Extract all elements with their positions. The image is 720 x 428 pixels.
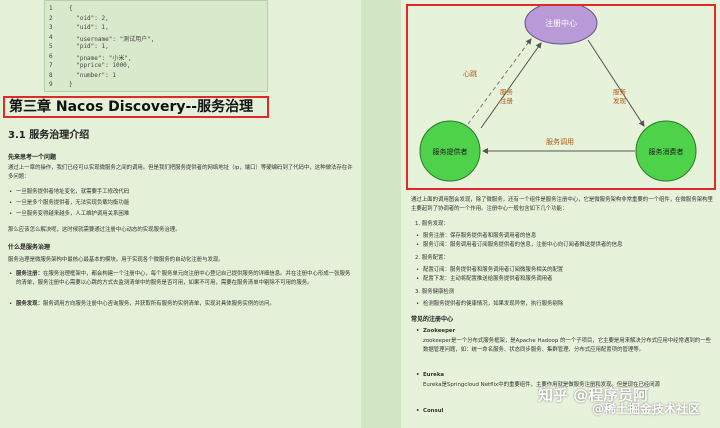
- code-line-number: 8: [49, 71, 53, 79]
- code-line: "uid": 1,: [69, 24, 109, 31]
- discovery-label: 服务发现：: [16, 301, 43, 307]
- what-paragraph: 服务治理是微服务架构中最核心最基本的模块。用于实现各个微服务的自动化注册与发现。: [8, 257, 224, 263]
- code-line: {: [69, 5, 73, 12]
- code-line-number: 7: [49, 62, 53, 69]
- code-line: "number": 1: [69, 71, 116, 79]
- discover-label-1: 服务: [613, 87, 627, 96]
- code-line: }: [69, 81, 73, 88]
- function-2: 2. 服务配置：: [415, 255, 449, 261]
- registration-text: 在服务治理框架中，都会构建一个注册中心，每个服务单元向注册中心登记自己提供服务的…: [16, 271, 351, 286]
- function-1: 1. 服务发现：: [415, 221, 449, 227]
- code-line-number: 9: [49, 81, 53, 88]
- discovery-text: 服务调用方向服务注册中心咨询服务，并获取所有服务的实例清单，实现对具体服务实例的…: [42, 301, 275, 307]
- problem-item: 一旦服务提供者地址变化，就需要手工修改代码: [9, 188, 351, 197]
- heartbeat-arrow: [467, 38, 532, 125]
- function-3a: 检测服务提供者的健康情况，如果发现异常，执行服务剔除: [416, 300, 715, 309]
- registration-label: 服务注册：: [16, 271, 43, 277]
- code-line-number: 1: [49, 5, 53, 12]
- registry-label: 注册中心: [545, 18, 577, 28]
- code-line: "pname": "小米",: [69, 54, 132, 62]
- heartbeat-label: 心跳: [463, 69, 477, 78]
- function-2a: 配置订阅：服务提供者和服务调用者订阅微服务相关的配置: [416, 266, 715, 275]
- intro-paragraph: 通过上一章的操作，我们已经可以实现微服务之间的调用。但是我们把服务提供者的网络地…: [8, 165, 353, 180]
- discovery-item: 服务发现：服务调用方向服务注册中心咨询服务，并获取所有服务的实例清单，实现对具体…: [9, 300, 351, 309]
- code-line: "username": "测试用户",: [69, 35, 155, 43]
- code-line-number: 4: [49, 33, 53, 41]
- discover-arrow: [587, 39, 645, 127]
- code-line-number: 6: [49, 52, 53, 60]
- function-2b: 配置下发：主动将配置推送给服务提供者和服务调用者: [416, 275, 715, 284]
- register-label: 服务注册: [500, 87, 514, 105]
- registry-intro: 通过上面的调用图会发现，除了微服务，还有一个组件是服务注册中心，它是微服务架构非…: [411, 197, 713, 212]
- function-1b: 服务订阅：服务调用者订阅服务提供者的信息，注册中心向订阅者推送提供者的信息: [416, 241, 715, 250]
- code-line: "pprice": 1000,: [69, 62, 131, 69]
- invoke-label: 服务调用: [546, 137, 574, 146]
- question-heading: 先来思考一个问题: [8, 154, 57, 161]
- code-line: "pid": 1,: [69, 43, 109, 50]
- code-line-number: 5: [49, 43, 53, 50]
- code-block: 1 {2 "oid": 2, 3 "uid": 1, 4 "username": "测…: [44, 0, 268, 92]
- left-page: 1 {2 "oid": 2, 3 "uid": 1, 4 "username": "测…: [0, 0, 361, 428]
- diagram-svg: 注册中心 服务提供者 服务消费者 心跳 服务注册 服务发现 服务调用: [419, 1, 697, 182]
- registry-diagram: 注册中心 服务提供者 服务消费者 心跳 服务注册 服务发现 服务调用: [406, 1, 716, 190]
- section-title: 3.1 服务治理介绍: [8, 130, 90, 141]
- zookeeper-name: Zookeeper: [416, 327, 715, 336]
- provider-label: 服务提供者: [433, 147, 468, 156]
- register-arrow: [480, 42, 542, 129]
- common-registries-heading: 常见的注册中心: [411, 316, 454, 323]
- eureka-name: Eureka: [416, 371, 715, 380]
- function-1a: 服务注册：保存服务提供者和服务调用者的信息: [416, 232, 715, 241]
- register-label-2: 注册: [500, 96, 514, 105]
- problem-item: 一旦是多个服务提供者，无法实现负载均衡功能: [9, 199, 351, 208]
- discover-label-2: 发现: [613, 96, 627, 105]
- code-line-number: 2: [49, 14, 53, 22]
- chapter-title: 第三章 Nacos Discovery--服务治理: [3, 96, 269, 118]
- zookeeper-text: zookeeper是一个分布式服务框架，是Apache Hadoop 的一个子项…: [423, 338, 711, 353]
- registration-item: 服务注册：在服务治理框架中，都会构建一个注册中心，每个服务单元向注册中心登记自己…: [9, 270, 351, 288]
- solution-paragraph: 那么应该怎么解决呢，这时候就需要通过注册中心动态的实现服务治理。: [8, 227, 181, 233]
- watermark-juejin: @稀土掘金技术社区: [592, 402, 701, 416]
- right-page: 注册中心 服务提供者 服务消费者 心跳 服务注册 服务发现 服务调用 通过上面的…: [401, 0, 720, 428]
- problem-item: 一旦服务变得越来越多，人工维护调用关系困难: [9, 210, 351, 219]
- function-3: 3. 服务健康检测: [415, 289, 455, 295]
- code-line-number: 3: [49, 24, 53, 31]
- consumer-label: 服务消费者: [649, 147, 684, 156]
- code-line: "oid": 2,: [69, 14, 109, 22]
- register-label-1: 服务: [500, 87, 514, 96]
- what-heading: 什么是服务治理: [8, 244, 51, 251]
- page-gap: [361, 0, 401, 428]
